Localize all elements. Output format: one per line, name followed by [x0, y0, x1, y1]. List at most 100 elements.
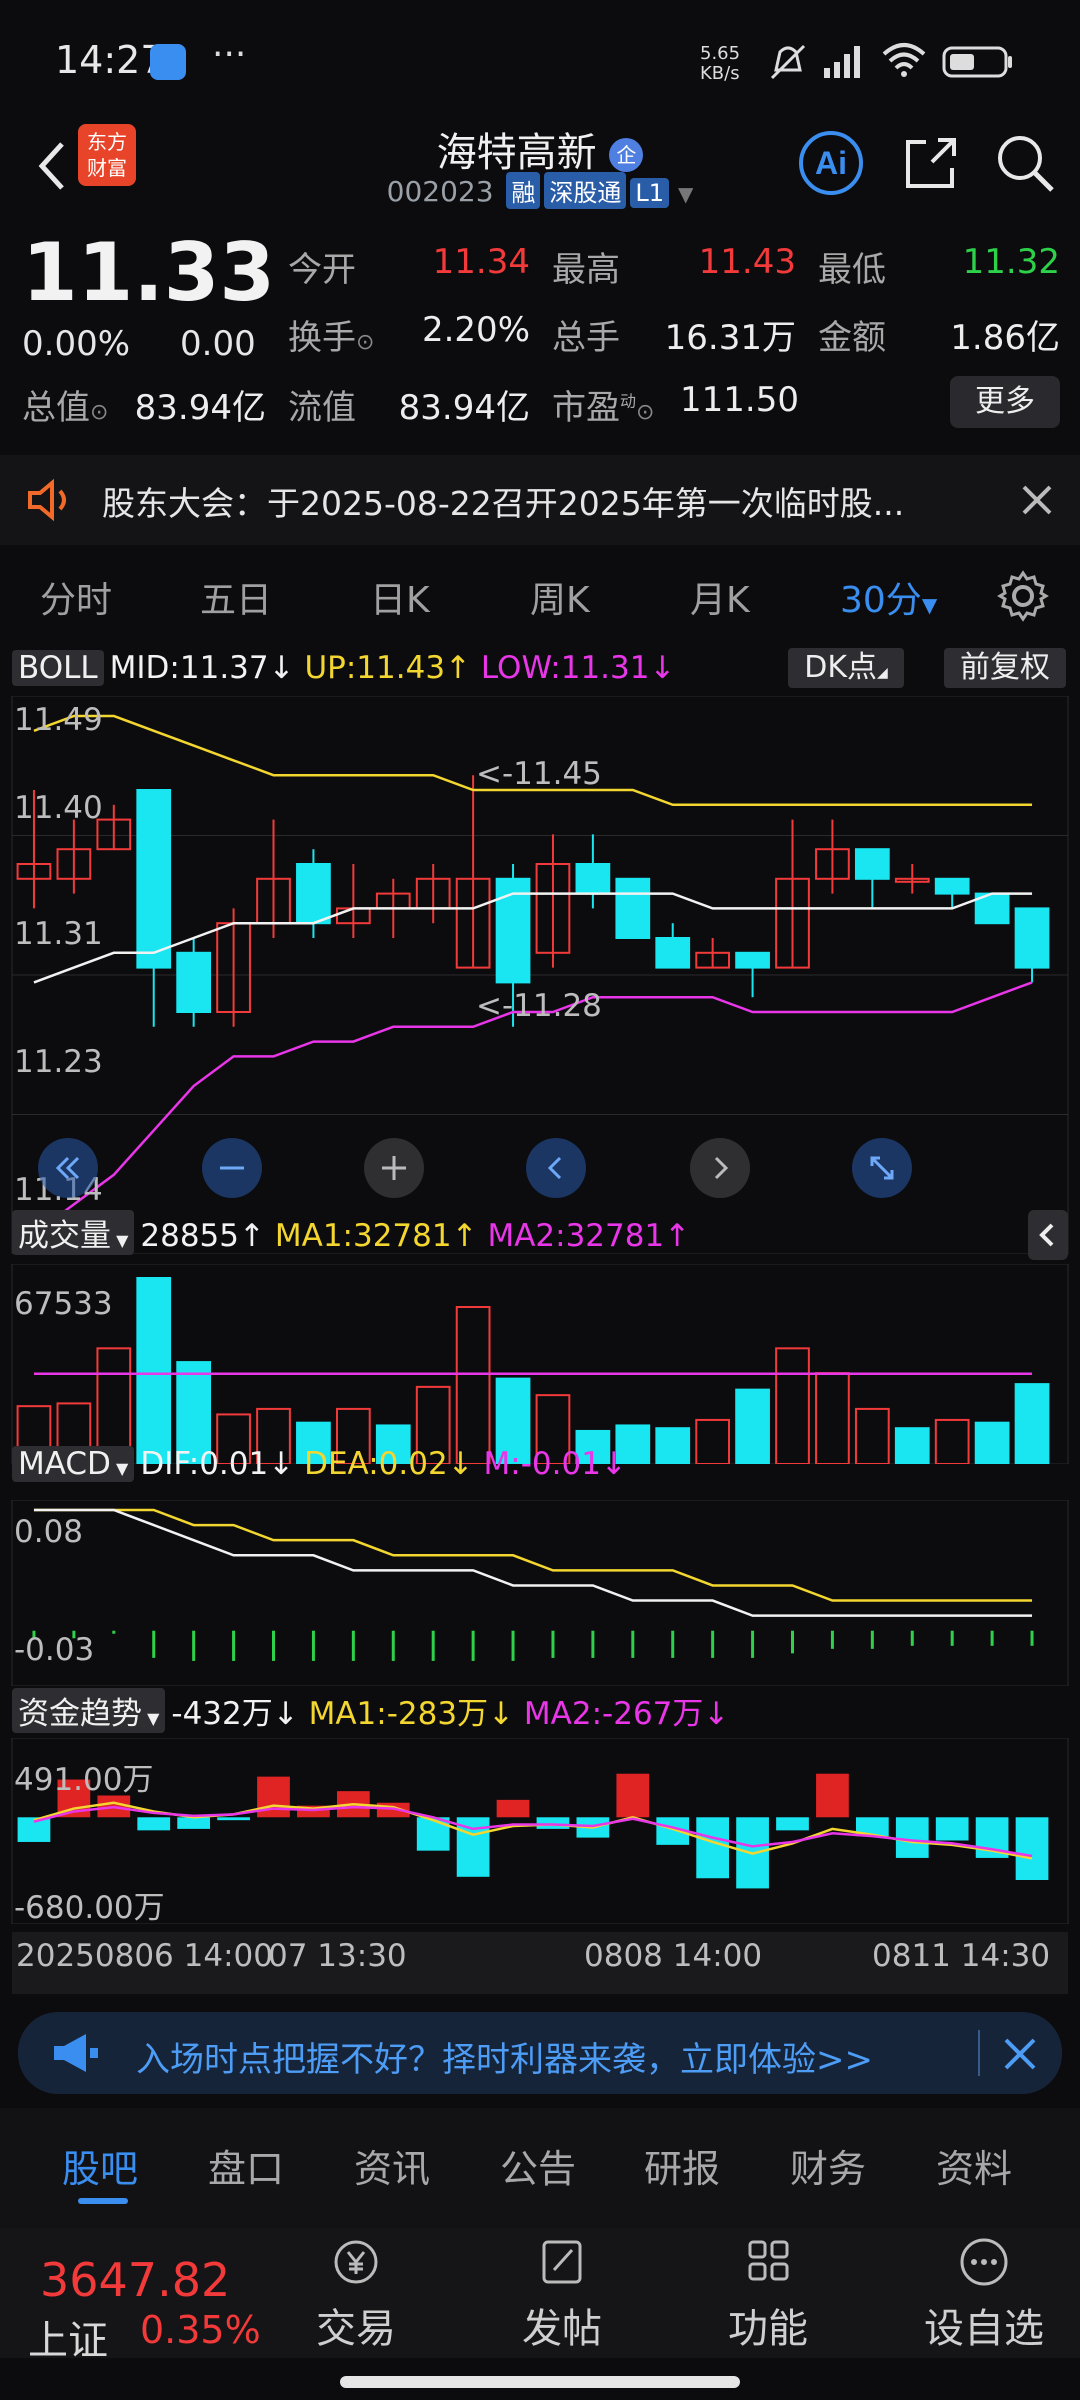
tab-forum[interactable]: 股吧 [62, 2138, 138, 2193]
macd-ytick-0: 0.08 [14, 1514, 84, 1550]
tab-intraday[interactable]: 分时 [40, 571, 112, 623]
tab-profile[interactable]: 资料 [936, 2138, 1012, 2193]
promo-banner[interactable]: 入场时点把握不好？择时利器来袭，立即体验>> [18, 2012, 1062, 2094]
index-name[interactable]: 上证 [28, 2308, 108, 2366]
tab-announcements[interactable]: 公告 [500, 2138, 576, 2193]
rewind-button[interactable] [38, 1138, 98, 1198]
tab-monthly-k[interactable]: 月K [690, 571, 750, 623]
zoom-out-button[interactable] [202, 1138, 262, 1198]
pe-value: 111.50 [680, 380, 799, 420]
more-circle-icon [960, 2238, 1008, 2286]
kline-chart-area: BOLL MID:11.37↓ UP:11.43↑ LOW:11.31↓ DK点◢… [0, 642, 1080, 2002]
ai-icon[interactable]: Ai [796, 128, 866, 198]
fund-ytick-0: 491.00万 [14, 1762, 154, 1798]
trade-button[interactable]: 交易 [296, 2236, 416, 2354]
tab-orderbook[interactable]: 盘口 [208, 2138, 284, 2193]
close-icon[interactable] [1020, 483, 1054, 517]
float-cap-label: 流值 [288, 388, 356, 428]
notice-text: 股东大会：于2025-08-22召开2025年第一次临时股... [102, 484, 905, 523]
fund-bar [935, 1817, 969, 1841]
macd-ytick-1: -0.03 [14, 1632, 95, 1668]
tab-weekly-k[interactable]: 周K [530, 571, 590, 623]
settings-gear-icon[interactable] [996, 569, 1050, 623]
macd-indicator-button[interactable]: MACD ▼ [12, 1446, 135, 1482]
home-indicator[interactable] [340, 2376, 740, 2388]
functions-button[interactable]: 功能 [708, 2236, 828, 2354]
volume-chart[interactable] [0, 1264, 1080, 1464]
enterprise-badge-icon: 企 [609, 138, 644, 172]
volume-ytick: 67533 [14, 1286, 113, 1322]
change-amount: 0.00 [180, 324, 256, 364]
zoom-in-button[interactable] [364, 1138, 424, 1198]
tab-daily-k[interactable]: 日K [370, 571, 430, 623]
fund-indicator-button[interactable]: 资金趋势 ▼ [12, 1688, 166, 1733]
volume-ma1: MA1:32781 [274, 1218, 452, 1254]
boll-low: LOW:11.31 [480, 650, 650, 686]
float-cap-value: 83.94亿 [398, 388, 530, 428]
pe-label[interactable]: 市盈动⊙ [552, 380, 654, 429]
x-tick-3: 0811 14:30 [872, 1938, 1051, 1974]
tab-financials[interactable]: 财务 [790, 2138, 866, 2193]
candle-body [136, 789, 172, 969]
app-badge-icon [150, 44, 186, 80]
dk-point-button[interactable]: DK点◢ [788, 648, 904, 688]
stock-name: 海特高新 [436, 130, 597, 176]
close-icon[interactable] [1002, 2036, 1038, 2072]
macd-m: M:-0.01 [483, 1446, 601, 1482]
scroll-left-button[interactable] [526, 1138, 586, 1198]
banner-divider [978, 2030, 980, 2076]
volume-indicator-button[interactable]: 成交量 ▼ [12, 1210, 135, 1255]
turnover-label[interactable]: 换手⊙ [288, 310, 374, 359]
tab-news[interactable]: 资讯 [354, 2138, 430, 2193]
fund-bar [816, 1773, 849, 1818]
add-watchlist-button[interactable]: 设自选 [914, 2236, 1054, 2354]
status-time: 14:27 [55, 38, 165, 82]
fullscreen-button[interactable] [852, 1138, 912, 1198]
volume-bar [136, 1277, 172, 1464]
volume-bar [815, 1372, 850, 1464]
scroll-right-button[interactable] [690, 1138, 750, 1198]
volume-value: 28855 [140, 1218, 240, 1254]
active-tab-indicator [78, 2198, 128, 2204]
collapse-panel-button[interactable] [1028, 1210, 1068, 1260]
battery-icon [942, 46, 1012, 78]
signal-icon [824, 46, 860, 78]
adjust-button[interactable]: 前复权 [944, 648, 1066, 688]
last-price: 11.33 [22, 226, 276, 319]
high-label: 最高 [552, 250, 620, 290]
candle-body [655, 937, 691, 969]
amount-label: 金额 [818, 318, 886, 358]
candle-body [934, 877, 970, 895]
fund-ma2: MA2:-267万 [523, 1696, 704, 1732]
trade-label: 交易 [316, 2306, 396, 2352]
share-icon[interactable] [896, 128, 966, 198]
fund-ytick-1: -680.00万 [14, 1890, 165, 1926]
x-tick-2: 0808 14:00 [584, 1938, 763, 1974]
post-button[interactable]: 发帖 [502, 2236, 622, 2354]
fund-bar [137, 1817, 171, 1831]
more-dots-icon: ··· [212, 34, 247, 75]
tab-30min[interactable]: 30分▼ [840, 571, 937, 623]
more-button[interactable]: 更多 [950, 376, 1060, 428]
volume-bar [455, 1306, 491, 1464]
index-value[interactable]: 3647.82 [40, 2253, 230, 2307]
boll-indicator-button[interactable]: BOLL [12, 650, 104, 686]
notice-bar[interactable]: 股东大会：于2025-08-22召开2025年第一次临时股... [0, 455, 1080, 545]
fund-bar [416, 1817, 450, 1851]
caret-down-icon: ▼ [677, 182, 694, 206]
net-speed: 5.65 KB/s [700, 43, 741, 84]
grid-icon [748, 2240, 789, 2281]
search-icon[interactable] [990, 128, 1060, 198]
tab-research[interactable]: 研报 [644, 2138, 720, 2193]
macd-chart[interactable] [0, 1500, 1080, 1686]
open-value: 11.34 [432, 242, 530, 282]
content-tabs: 股吧 盘口 资讯 公告 研报 财务 资料 [0, 2108, 1080, 2228]
total-cap-label[interactable]: 总值⊙ [22, 380, 108, 429]
boll-ytick-2: 11.31 [14, 916, 103, 952]
tab-five-day[interactable]: 五日 [200, 571, 272, 623]
boll-ytick-0: 11.49 [14, 702, 103, 738]
volume-bar [854, 1407, 890, 1464]
chart-frame [11, 1500, 1069, 1686]
open-label: 今开 [288, 250, 356, 290]
change-pct: 0.00% [22, 324, 131, 364]
